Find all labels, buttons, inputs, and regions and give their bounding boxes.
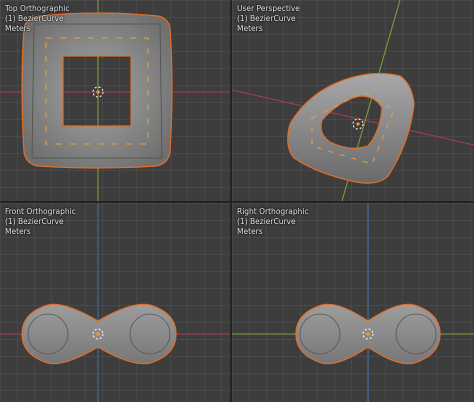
units-label: Meters [5,227,31,236]
viewport-right-orthographic[interactable]: Right Orthographic (1) BezierCurve Meter… [232,203,474,402]
curve-object[interactable] [21,12,173,169]
object-origin [356,122,360,126]
viewport-hud: Front Orthographic (1) BezierCurve Meter… [5,207,76,237]
active-object-label: (1) BezierCurve [5,14,64,23]
view-name-label: User Perspective [237,4,300,13]
viewport-hud: Top Orthographic (1) BezierCurve Meters [5,4,69,34]
object-origin [96,332,100,336]
units-label: Meters [5,24,31,33]
viewport-hud: Right Orthographic (1) BezierCurve Meter… [237,207,309,237]
viewport-top-orthographic[interactable]: Top Orthographic (1) BezierCurve Meters [0,0,230,201]
units-label: Meters [237,227,263,236]
units-label: Meters [237,24,263,33]
view-name-label: Top Orthographic [5,4,70,13]
object-origin [96,90,100,94]
viewport-user-perspective[interactable]: User Perspective (1) BezierCurve Meters [232,0,474,201]
view-name-label: Right Orthographic [237,207,309,216]
curve-object[interactable] [287,72,415,184]
horizontal-area-divider[interactable] [0,201,474,203]
active-object-label: (1) BezierCurve [5,217,64,226]
view-name-label: Front Orthographic [5,207,76,216]
viewport-front-orthographic[interactable]: Front Orthographic (1) BezierCurve Meter… [0,203,230,402]
active-object-label: (1) BezierCurve [237,14,296,23]
viewport-hud: User Perspective (1) BezierCurve Meters [237,4,300,34]
object-origin [366,332,370,336]
active-object-label: (1) BezierCurve [237,217,296,226]
